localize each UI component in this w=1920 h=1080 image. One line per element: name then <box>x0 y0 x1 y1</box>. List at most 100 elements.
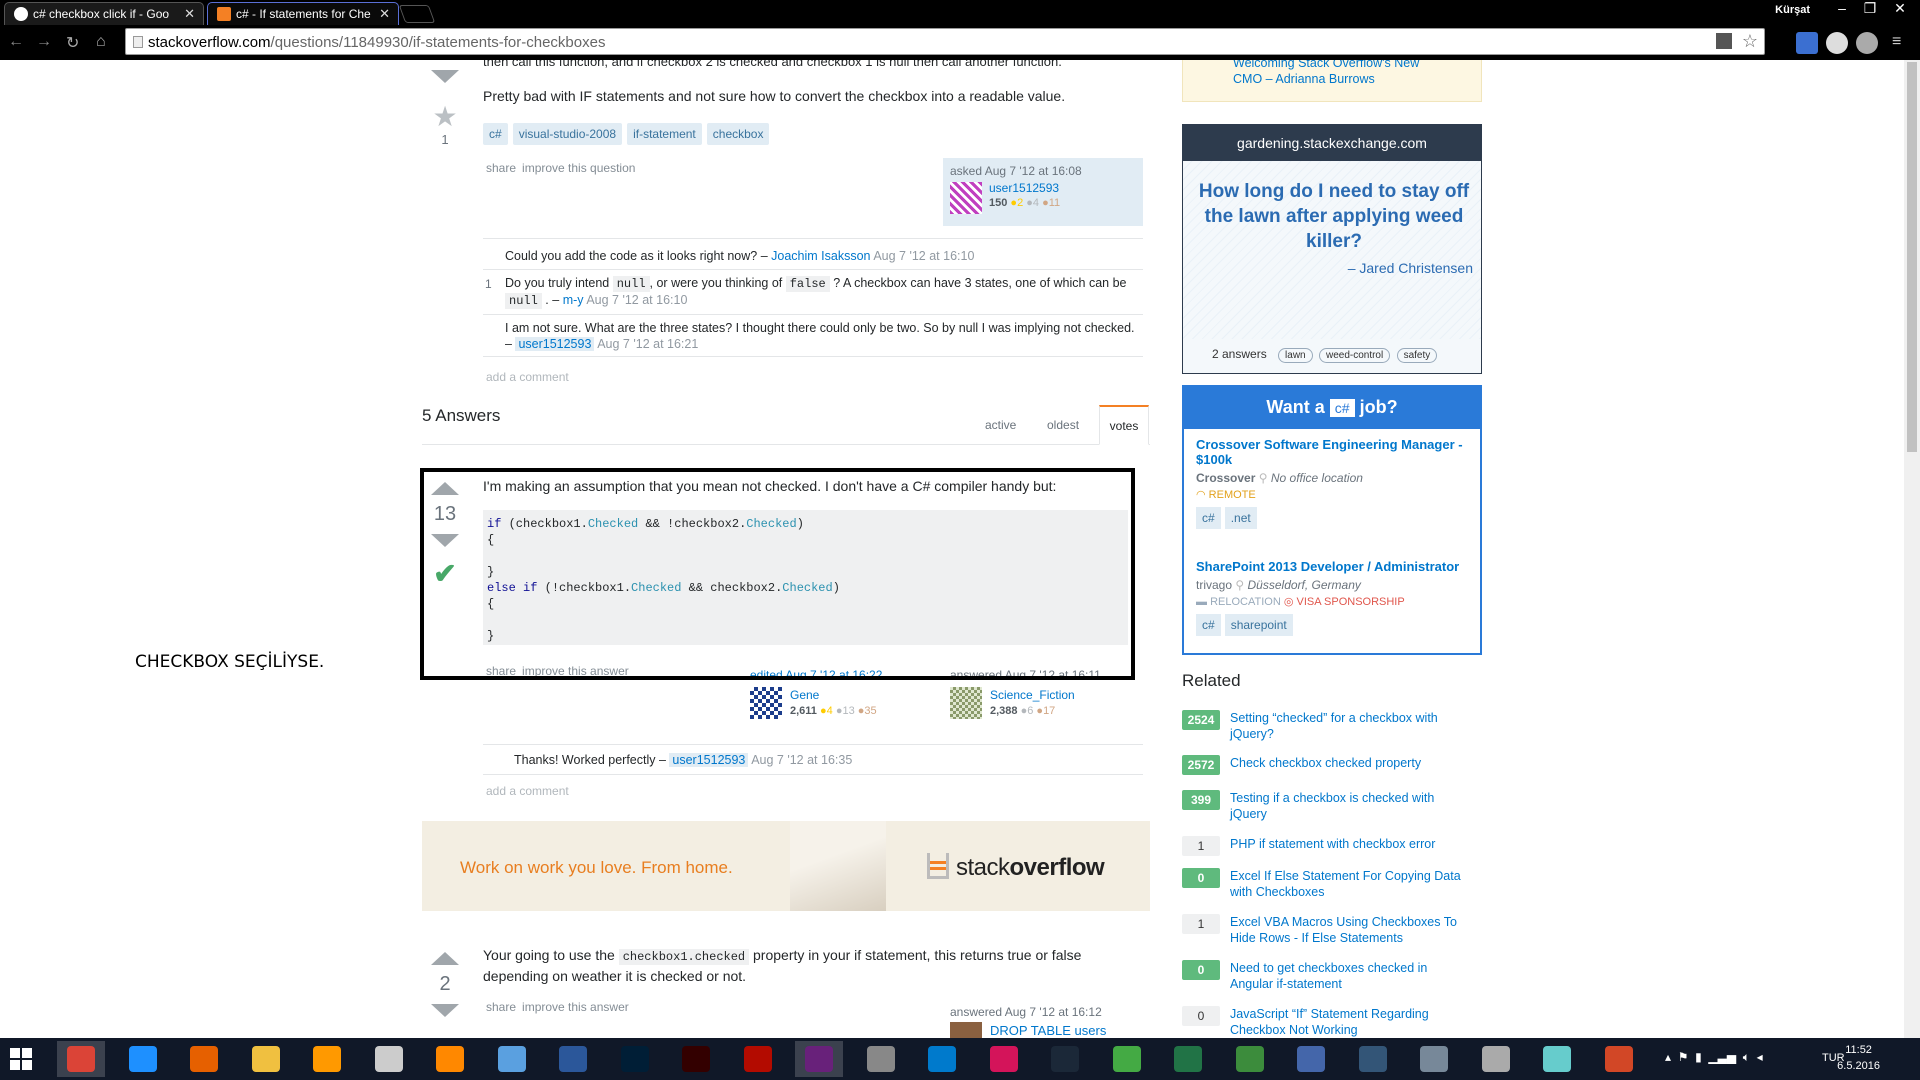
taskbar-app[interactable] <box>795 1041 843 1077</box>
tag[interactable]: c# <box>483 123 508 145</box>
taskbar-app[interactable] <box>1472 1041 1520 1077</box>
close-window-icon[interactable]: ✕ <box>1886 0 1914 17</box>
extension-icon[interactable] <box>1856 32 1878 54</box>
related-item[interactable]: 0 Need to get checkboxes checked in Angul… <box>1182 960 1482 996</box>
tab-google-search[interactable]: c# checkbox click if - Goo ✕ <box>4 2 204 25</box>
jobs-header[interactable]: Want a c# job? <box>1184 387 1480 429</box>
improve-link[interactable]: improve this answer <box>522 664 629 676</box>
related-title[interactable]: Excel If Else Statement For Copying Data… <box>1230 868 1470 900</box>
tab-votes[interactable]: votes <box>1099 405 1149 445</box>
tab-active[interactable]: active <box>985 418 1016 432</box>
tag[interactable]: c# <box>1196 614 1221 636</box>
translate-icon[interactable] <box>1716 33 1732 49</box>
clock[interactable]: 11:52 6.5.2016 <box>1837 1042 1880 1074</box>
home-icon[interactable]: ⌂ <box>96 33 106 51</box>
tab-stackoverflow[interactable]: c# - If statements for Che ✕ <box>207 2 399 25</box>
related-title[interactable]: PHP if statement with checkbox error <box>1230 836 1470 852</box>
author-link[interactable]: DROP TABLE users <box>990 1023 1106 1038</box>
tag[interactable]: lawn <box>1278 348 1313 363</box>
related-title[interactable]: Testing if a checkbox is checked with jQ… <box>1230 790 1470 822</box>
taskbar-app[interactable] <box>857 1041 905 1077</box>
taskbar-app[interactable] <box>57 1041 105 1077</box>
improve-link[interactable]: improve this answer <box>522 1000 629 1014</box>
editor-link[interactable]: Gene <box>790 688 819 702</box>
restore-icon[interactable]: ❐ <box>1856 0 1884 17</box>
chat-extension-icon[interactable] <box>1826 32 1848 54</box>
taskbar-app[interactable] <box>119 1041 167 1077</box>
tag[interactable]: visual-studio-2008 <box>512 123 623 145</box>
related-title[interactable]: JavaScript “If” Statement Regarding Chec… <box>1230 1006 1470 1038</box>
taskbar-app[interactable] <box>426 1041 474 1077</box>
vote-up-button[interactable] <box>431 952 459 965</box>
tag[interactable]: safety <box>1396 348 1438 363</box>
related-item[interactable]: 0 JavaScript “If” Statement Regarding Che… <box>1182 1006 1482 1038</box>
comment-user[interactable]: user1512593 <box>669 753 749 767</box>
taskbar-app[interactable] <box>1533 1041 1581 1077</box>
share-link[interactable]: share <box>486 664 516 676</box>
address-bar[interactable]: stackoverflow.com/questions/11849930/if-… <box>125 28 1765 55</box>
avatar[interactable] <box>950 182 982 214</box>
comment-user[interactable]: user1512593 <box>515 337 595 351</box>
tag[interactable]: if-statement <box>627 123 702 145</box>
vote-down-button[interactable] <box>431 534 459 547</box>
related-item[interactable]: 1 Excel VBA Macros Using Checkboxes To Hi… <box>1182 914 1482 950</box>
taskbar-app[interactable] <box>1410 1041 1458 1077</box>
new-tab-button[interactable] <box>398 5 436 23</box>
taskbar-app[interactable] <box>1041 1041 1089 1077</box>
taskbar-app[interactable] <box>488 1041 536 1077</box>
tag[interactable]: sharepoint <box>1224 614 1293 636</box>
vote-down-button[interactable] <box>431 1004 459 1017</box>
close-tab-icon[interactable]: ✕ <box>379 6 390 22</box>
tag[interactable]: c# <box>1196 507 1221 529</box>
editor-avatar[interactable] <box>750 687 782 719</box>
comment-user[interactable]: m-y <box>563 293 584 307</box>
ad-banner[interactable]: Work on work you love. From home. stacko… <box>422 821 1150 911</box>
improve-link[interactable]: improve this question <box>522 161 635 175</box>
profile-name[interactable]: Kürşat <box>1775 4 1810 16</box>
related-item[interactable]: 0 Excel If Else Statement For Copying Dat… <box>1182 868 1482 904</box>
taskbar-app[interactable] <box>242 1041 290 1077</box>
menu-icon[interactable]: ≡ <box>1892 33 1901 51</box>
taskbar-app[interactable] <box>672 1041 720 1077</box>
windows-start-icon[interactable] <box>10 1048 32 1070</box>
vote-up-button[interactable] <box>431 482 459 495</box>
close-tab-icon[interactable]: ✕ <box>184 6 195 22</box>
related-item[interactable]: 1 PHP if statement with checkbox error <box>1182 836 1482 872</box>
related-item[interactable]: 2572 Check checkbox checked property <box>1182 755 1482 791</box>
related-title[interactable]: Need to get checkboxes checked in Angula… <box>1230 960 1470 992</box>
taskbar-app[interactable] <box>1595 1041 1643 1077</box>
author-avatar[interactable] <box>950 1022 982 1038</box>
taskbar-app[interactable] <box>918 1041 966 1077</box>
taskbar-app[interactable] <box>611 1041 659 1077</box>
tag[interactable]: weed-control <box>1318 348 1391 363</box>
add-comment-link[interactable]: add a comment <box>486 370 569 384</box>
job-item[interactable]: Crossover Software Engineering Manager -… <box>1196 437 1472 529</box>
scroll-thumb[interactable] <box>1907 62 1917 452</box>
taskbar-app[interactable] <box>1226 1041 1274 1077</box>
edited-date[interactable]: edited Aug 7 '12 at 16:22 <box>750 668 882 676</box>
blog-link[interactable]: Welcoming Stack Overflow's New CMO – Adri… <box>1233 60 1419 87</box>
taskbar-app[interactable] <box>1287 1041 1335 1077</box>
forward-icon[interactable]: → <box>36 33 52 51</box>
tray-icons[interactable]: ▴ ⚑ ▮ ▁▃▅ 🔈︎ ◂ <box>1665 1050 1763 1065</box>
share-link[interactable]: share <box>486 1000 516 1014</box>
question-vote-down[interactable] <box>425 70 465 83</box>
taskbar-app[interactable] <box>980 1041 1028 1077</box>
taskbar-app[interactable] <box>1103 1041 1151 1077</box>
back-icon[interactable]: ← <box>8 33 24 51</box>
author-avatar[interactable] <box>950 687 982 719</box>
tag[interactable]: checkbox <box>706 123 770 145</box>
comment-user[interactable]: Joachim Isaksson <box>771 249 870 263</box>
taskbar-app[interactable] <box>303 1041 351 1077</box>
taskbar-app[interactable] <box>549 1041 597 1077</box>
add-comment-link[interactable]: add a comment <box>486 784 569 798</box>
job-item[interactable]: SharePoint 2013 Developer / Administrato… <box>1196 559 1472 636</box>
favorite-star-icon[interactable]: ★ <box>425 100 465 133</box>
related-title[interactable]: Check checkbox checked property <box>1230 755 1470 771</box>
translate-extension-icon[interactable] <box>1796 32 1818 54</box>
related-item[interactable]: 2524 Setting “checked” for a checkbox wit… <box>1182 710 1482 746</box>
taskbar-app[interactable] <box>1349 1041 1397 1077</box>
tag[interactable]: .net <box>1224 507 1257 529</box>
user-link[interactable]: user1512593 <box>989 181 1059 195</box>
tab-oldest[interactable]: oldest <box>1047 418 1079 432</box>
